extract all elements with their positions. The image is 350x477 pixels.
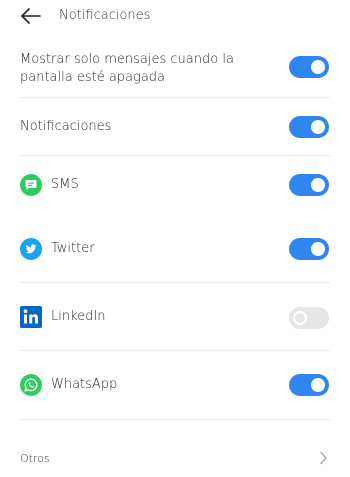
divider: [20, 155, 330, 156]
back-arrow-icon[interactable]: [20, 6, 42, 26]
setting-row-notifications: Notificaciones: [0, 116, 350, 140]
app-label-whatsapp: WhatsApp: [51, 377, 118, 392]
toggle-knob: [311, 60, 325, 74]
notifications-toggle[interactable]: [289, 116, 329, 138]
twitter-icon: [20, 238, 42, 260]
chevron-right-icon: [320, 451, 327, 465]
app-label-sms: SMS: [51, 177, 79, 192]
app-row-linkedin: LinkedIn: [0, 306, 350, 330]
whatsapp-icon: [20, 374, 42, 396]
whatsapp-toggle[interactable]: [289, 374, 329, 396]
toggle-knob: [293, 311, 307, 325]
linkedin-toggle[interactable]: [289, 307, 329, 329]
app-row-sms: SMS: [0, 174, 350, 198]
toggle-knob: [311, 378, 325, 392]
others-row[interactable]: Otros: [0, 448, 350, 470]
toggle-knob: [311, 242, 325, 256]
sms-icon: [20, 174, 42, 196]
page-title: Notificaciones: [59, 8, 151, 23]
twitter-toggle[interactable]: [289, 238, 329, 260]
divider: [20, 97, 330, 98]
screen-off-toggle[interactable]: [289, 56, 329, 78]
header-bar: Notificaciones: [0, 0, 350, 34]
app-label-linkedin: LinkedIn: [51, 309, 106, 324]
app-label-twitter: Twitter: [51, 241, 95, 256]
others-label: Otros: [20, 452, 50, 465]
divider: [20, 419, 330, 420]
toggle-knob: [311, 178, 325, 192]
app-row-whatsapp: WhatsApp: [0, 374, 350, 398]
divider: [20, 350, 330, 351]
divider: [20, 282, 330, 283]
setting-label-screen-off: Mostrar solo mensajes cuando la pantalla…: [20, 52, 234, 85]
setting-label-notifications: Notificaciones: [20, 119, 112, 134]
setting-row-screen-off: Mostrar solo mensajes cuando la pantalla…: [0, 50, 350, 96]
sms-toggle[interactable]: [289, 174, 329, 196]
toggle-knob: [311, 120, 325, 134]
linkedin-icon: [20, 306, 42, 328]
app-row-twitter: Twitter: [0, 238, 350, 262]
